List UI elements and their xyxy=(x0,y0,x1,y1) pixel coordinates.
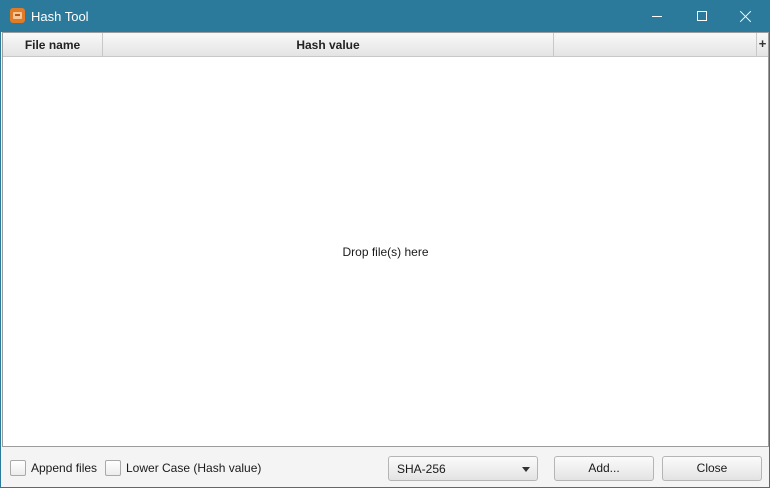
chevron-down-icon xyxy=(522,467,530,472)
column-menu-button[interactable]: + xyxy=(757,33,768,56)
app-icon xyxy=(10,8,25,23)
add-button[interactable]: Add... xyxy=(554,456,654,481)
window-close-button[interactable] xyxy=(723,1,769,32)
column-header-filler xyxy=(554,33,757,56)
column-header-file-name[interactable]: File name xyxy=(3,33,103,56)
maximize-icon xyxy=(697,11,707,21)
append-files-checkbox[interactable] xyxy=(10,460,26,476)
algorithm-selected-value: SHA-256 xyxy=(397,462,446,476)
title-bar[interactable]: Hash Tool xyxy=(1,1,769,32)
hash-tool-window: Hash Tool File name Hash value + Drop fi… xyxy=(0,0,770,488)
maximize-button[interactable] xyxy=(680,1,726,32)
append-files-option[interactable]: Append files xyxy=(10,460,97,476)
minimize-icon xyxy=(652,16,662,17)
minimize-button[interactable] xyxy=(634,1,680,32)
lower-case-checkbox[interactable] xyxy=(105,460,121,476)
append-files-label[interactable]: Append files xyxy=(31,461,97,475)
lower-case-option[interactable]: Lower Case (Hash value) xyxy=(105,460,261,476)
algorithm-select[interactable]: SHA-256 xyxy=(388,456,538,481)
close-icon xyxy=(740,10,752,22)
lower-case-label[interactable]: Lower Case (Hash value) xyxy=(126,461,261,475)
window-title: Hash Tool xyxy=(31,9,89,24)
drop-placeholder: Drop file(s) here xyxy=(342,245,429,259)
footer-bar: Append files Lower Case (Hash value) SHA… xyxy=(1,448,769,487)
column-header-hash-value[interactable]: Hash value xyxy=(103,33,554,56)
hash-table[interactable]: File name Hash value + Drop file(s) here xyxy=(2,32,769,447)
table-header: File name Hash value + xyxy=(3,33,768,57)
close-button[interactable]: Close xyxy=(662,456,762,481)
